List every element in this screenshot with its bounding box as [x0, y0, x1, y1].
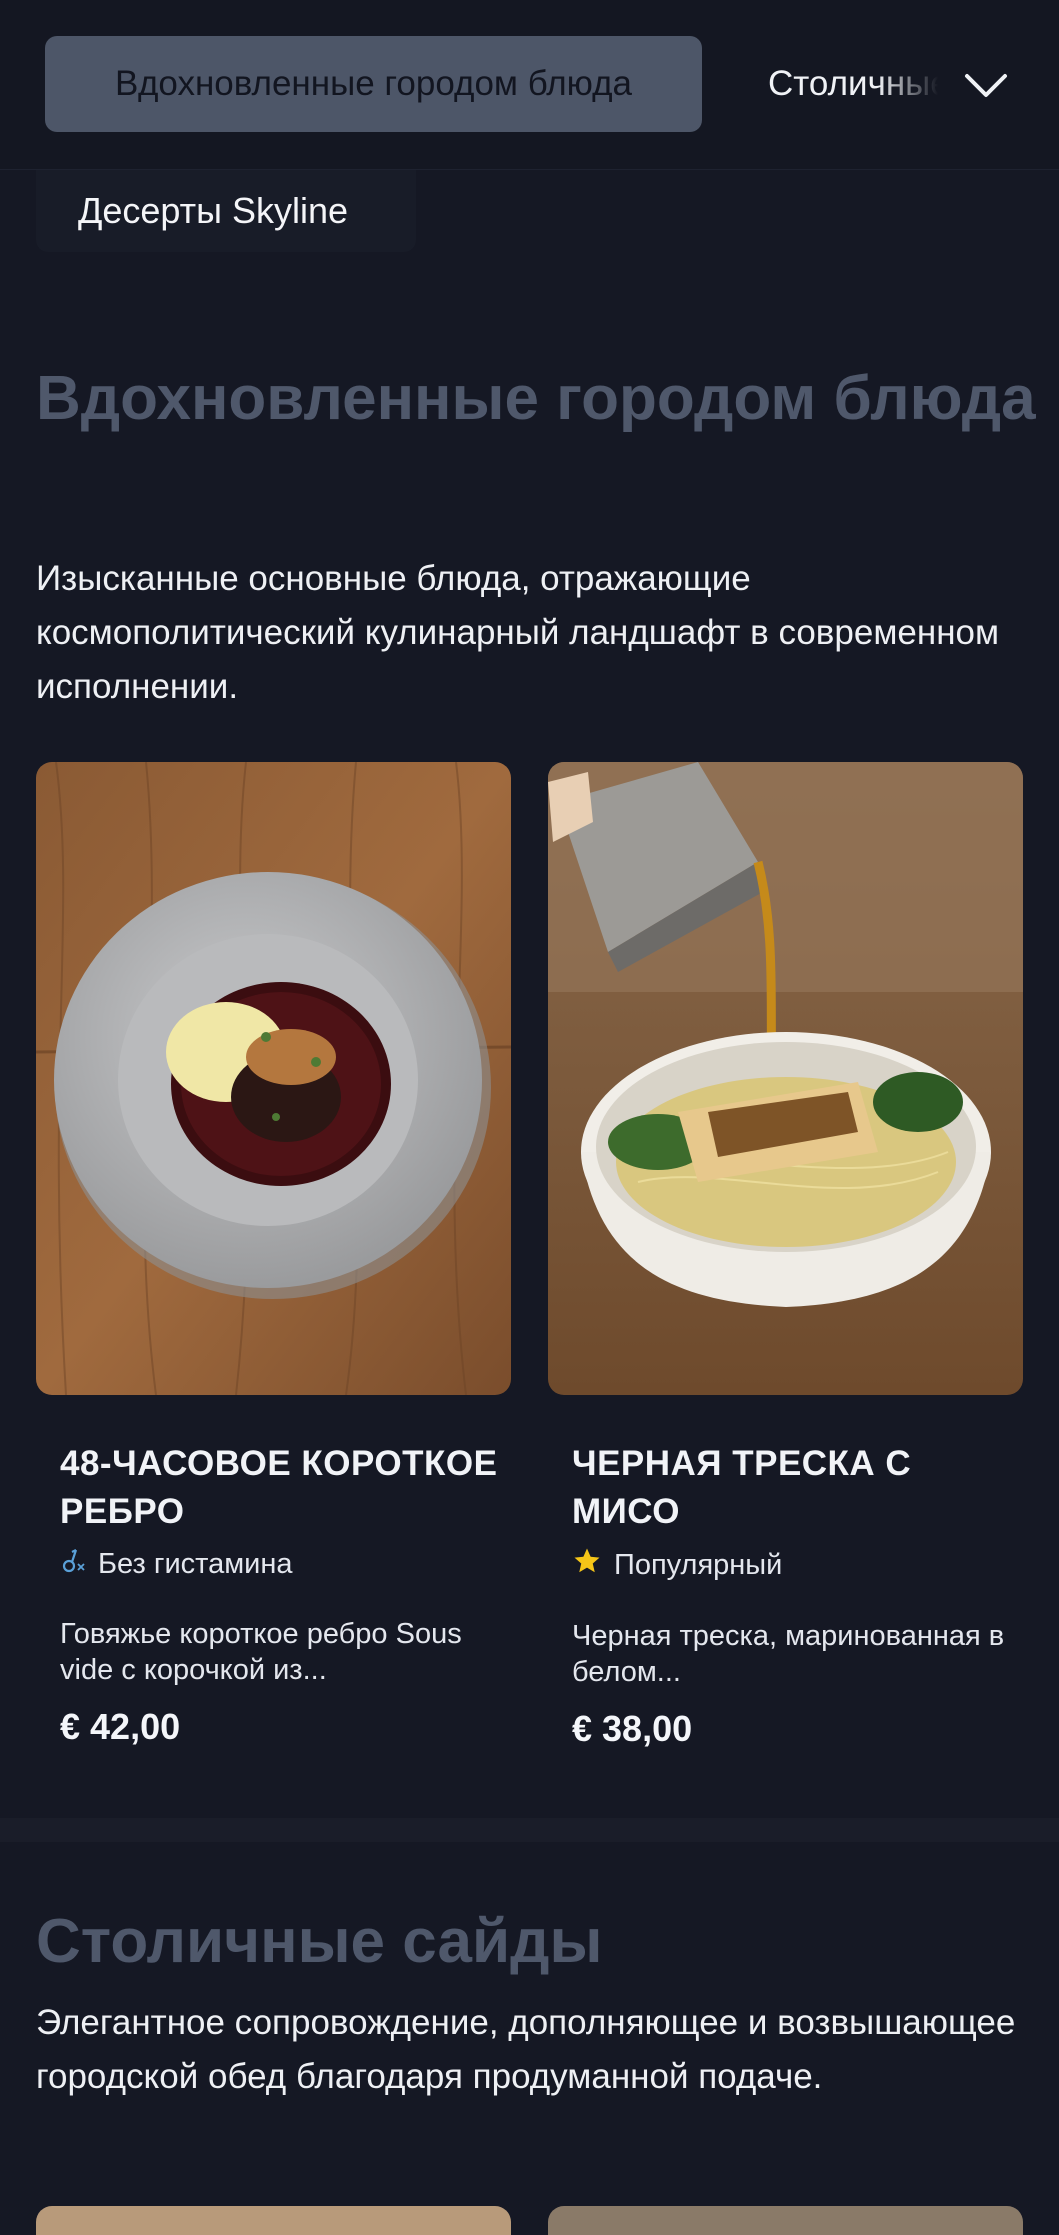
- dish-name: ЧЕРНАЯ ТРЕСКА С МИСО: [572, 1444, 912, 1531]
- dish-name: 48-ЧАСОВОЕ КОРОТКОЕ РЕБРО: [60, 1444, 498, 1531]
- category-nav: Вдохновленные городом блюда Столичные са…: [0, 0, 1059, 170]
- dish-description: Говяжье короткое ребро Sous vide с короч…: [60, 1618, 462, 1686]
- badge-label: Популярный: [614, 1548, 783, 1581]
- nav-tab-city-dishes[interactable]: Вдохновленные городом блюда: [45, 36, 702, 132]
- nav-tab-capital-sides[interactable]: Столичные сайды: [768, 36, 938, 132]
- dish-price: € 42,00: [60, 1706, 181, 1747]
- dish-image-side-2[interactable]: [548, 2206, 1023, 2235]
- dish-description: Черная треска, маринованная в белом...: [572, 1620, 1005, 1688]
- dish-image-side-1[interactable]: [36, 2206, 511, 2235]
- section-description: Изысканные основные блюда, отражающие ко…: [36, 559, 1000, 706]
- dish-image-short-rib[interactable]: [36, 762, 511, 1395]
- dish-image-miso-cod[interactable]: [548, 762, 1023, 1395]
- dish-card-short-rib[interactable]: 48-ЧАСОВОЕ КОРОТКОЕ РЕБРО Без гистамина …: [60, 1440, 500, 1748]
- dietary-badge: Без гистамина: [60, 1546, 500, 1582]
- dish-price: € 38,00: [572, 1708, 693, 1749]
- dish-card-miso-cod[interactable]: ЧЕРНАЯ ТРЕСКА С МИСО Популярный Черная т…: [572, 1440, 1012, 1750]
- section-title: Столичные сайды: [36, 1907, 603, 1976]
- section-divider: [0, 1818, 1059, 1842]
- star-icon: [572, 1546, 602, 1584]
- section-description: Элегантное сопровождение, дополняющее и …: [36, 2003, 1016, 2096]
- badge-label: Без гистамина: [98, 1547, 293, 1580]
- category-chip-desserts[interactable]: Десерты Skyline: [36, 170, 416, 252]
- chevron-down-icon[interactable]: [960, 60, 1012, 112]
- section-title: Вдохновленные городом блюда: [36, 364, 1036, 433]
- histamine-free-icon: [60, 1546, 86, 1582]
- popular-badge: Популярный: [572, 1546, 1012, 1584]
